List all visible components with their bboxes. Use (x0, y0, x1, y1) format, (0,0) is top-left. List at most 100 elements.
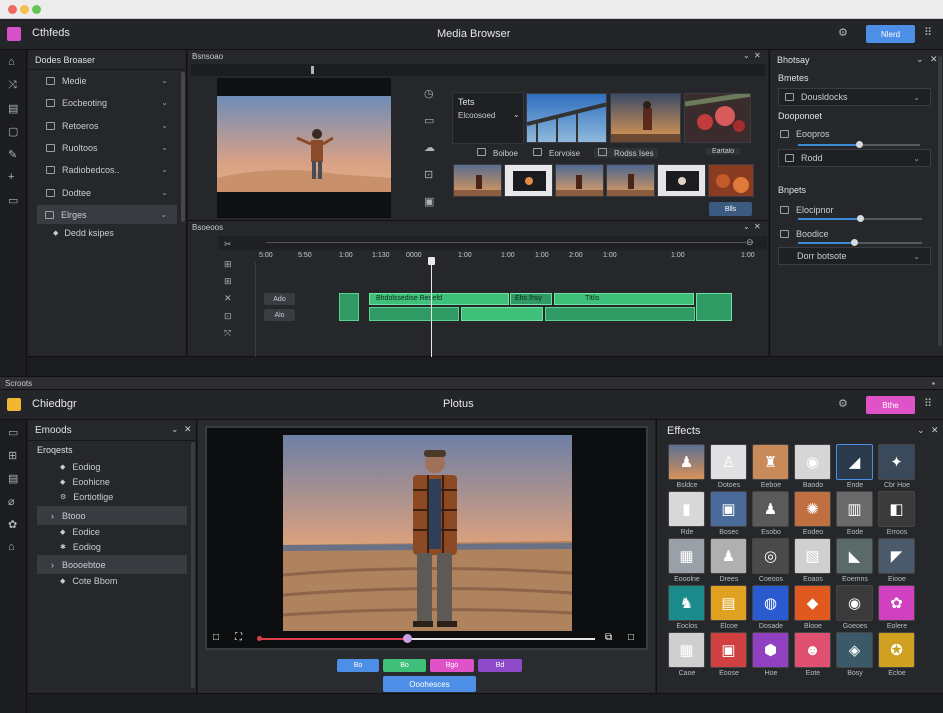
effect-tile[interactable]: ▧ (794, 538, 831, 574)
collapse-icon[interactable]: ⌄ (171, 424, 179, 435)
browser-thumb[interactable] (555, 164, 604, 197)
effect-tile[interactable]: ♞ (668, 585, 705, 621)
effects-root[interactable]: Eroqests (37, 445, 73, 455)
collapse-icon[interactable]: ⌄ (743, 222, 750, 231)
sidebar-item[interactable]: Retoeros ⌄ (46, 116, 178, 135)
effect-tile[interactable]: ◉ (794, 444, 831, 480)
timeline-clip[interactable] (339, 293, 359, 321)
ruler-marker[interactable] (311, 66, 314, 74)
frame-icon[interactable]: ▢ (8, 125, 18, 138)
close-panel-icon[interactable]: ✕ (754, 51, 761, 60)
browser-tab[interactable]: Rodss Ises (594, 148, 658, 158)
clock-icon[interactable]: ◷ (424, 87, 434, 100)
player-button[interactable]: Bd (478, 659, 522, 672)
sidebar-item[interactable]: Medie ⌄ (46, 71, 178, 90)
monitor-icon[interactable]: ▭ (8, 194, 18, 207)
tag-icon[interactable]: ⌀ (8, 495, 15, 508)
browser-action-button[interactable]: Blls (709, 202, 752, 216)
sidebar-item-selected[interactable]: Elrges ⌄ (37, 205, 177, 224)
inspector-scrollbar[interactable] (938, 56, 942, 346)
inspector-dropdown[interactable]: Dousldocks ⌄ (778, 88, 931, 106)
crop-icon[interactable]: ⊡ (424, 168, 433, 181)
lock-icon[interactable]: ⊖ (746, 237, 754, 248)
player-frame[interactable]: □ ⛶ ⧉ □ (205, 426, 648, 650)
close-window-icon[interactable] (8, 5, 17, 14)
effect-tile[interactable]: ◤ (878, 538, 915, 574)
effect-tile[interactable]: ♙ (710, 444, 747, 480)
effect-tile[interactable]: ◆ (794, 585, 831, 621)
layers-icon[interactable]: ▤ (8, 102, 18, 115)
folder-icon[interactable]: ⌂ (8, 541, 15, 553)
timeline-clip[interactable] (696, 293, 732, 321)
grid-menu-icon[interactable]: ⠿ (924, 26, 932, 39)
grid-icon[interactable]: ⊞ (8, 449, 17, 462)
effect-tile[interactable]: ◉ (836, 585, 873, 621)
effect-tile[interactable]: ♜ (752, 444, 789, 480)
collapse-icon[interactable]: ⌄ (917, 425, 925, 436)
bottom-action-button[interactable]: Bthe (866, 396, 915, 414)
player-progress-knob[interactable] (402, 634, 412, 643)
pane-divider[interactable]: Scroots ▪ (0, 376, 943, 390)
player-button[interactable]: Bo (383, 659, 426, 672)
sidebar-item[interactable]: Ruoltoos ⌄ (46, 138, 178, 157)
browser-tab[interactable]: Eorvoise (533, 148, 580, 158)
player-button[interactable]: Bo (337, 659, 379, 672)
collapse-icon[interactable]: ⌄ (916, 54, 924, 65)
browser-tab[interactable]: Boiboe (477, 148, 518, 158)
settings-icon[interactable]: ⚙ (838, 397, 848, 410)
list-icon[interactable]: ▭ (424, 114, 434, 127)
cloud-icon[interactable]: ☁ (424, 141, 435, 154)
browser-thumb[interactable] (610, 93, 681, 143)
image-icon[interactable]: ▣ (424, 195, 434, 208)
close-panel-icon[interactable]: ✕ (931, 425, 939, 436)
effect-tile[interactable]: ◣ (836, 538, 873, 574)
lock-icon[interactable]: ▪ (932, 379, 935, 388)
effects-list-scrollbar[interactable] (191, 442, 195, 688)
effect-tile[interactable]: ♟ (710, 538, 747, 574)
video-preview[interactable] (217, 78, 391, 218)
sidebar-subitem[interactable]: ◆ Dedd ksipes (53, 223, 173, 242)
effect-tile[interactable]: ▣ (710, 491, 747, 527)
select-icon[interactable]: ⊞ (224, 259, 232, 270)
timeline-clip[interactable] (369, 307, 459, 321)
timeline-ruler[interactable]: 5:00 5:50 1:00 1:130 0000 1:00 1:00 1:00… (255, 252, 765, 262)
collapse-icon[interactable]: ⌄ (743, 51, 750, 60)
timeline-clip[interactable]: Bhdolssedise Reoefd (369, 293, 509, 305)
effect-tile[interactable]: ✿ (878, 585, 915, 621)
expand-icon[interactable]: □ (628, 632, 634, 643)
home-icon[interactable]: ⌂ (8, 56, 15, 68)
effect-tile[interactable]: ✦ (878, 444, 915, 480)
timeline-clip[interactable]: Tltlis (554, 293, 694, 305)
effect-tile[interactable]: ▤ (710, 585, 747, 621)
browser-thumb[interactable] (453, 164, 502, 197)
grid-menu-icon[interactable]: ⠿ (924, 397, 932, 410)
timeline-clip[interactable]: Ehs Ihsy (510, 293, 552, 305)
player-progress-track[interactable] (257, 634, 595, 643)
effect-tile[interactable]: ◎ (752, 538, 789, 574)
razor-icon[interactable]: ✂ (224, 239, 232, 250)
sidebar-scrollbar[interactable] (181, 72, 185, 222)
inspector-dropdown[interactable]: Dorr botsote ⌄ (778, 247, 931, 265)
effect-tile[interactable]: ▣ (710, 632, 747, 668)
browser-thumb[interactable] (504, 164, 553, 197)
effect-tile[interactable]: ◈ (836, 632, 873, 668)
close-panel-icon[interactable]: ✕ (754, 222, 761, 231)
effect-tile[interactable]: ▥ (836, 491, 873, 527)
effect-tile[interactable]: ☻ (794, 632, 831, 668)
inspector-slider[interactable] (798, 215, 922, 222)
playhead[interactable] (431, 258, 432, 357)
effects-item[interactable]: ◆ Cote Bbom (60, 571, 117, 590)
fullscreen-icon[interactable]: □ (213, 632, 219, 643)
top-action-button[interactable]: Nlerd (866, 25, 915, 43)
player-wide-button[interactable]: Ooohesces (383, 676, 476, 692)
settings-icon[interactable]: ⚙ (838, 26, 848, 39)
effect-tile[interactable]: ◢ (836, 444, 873, 480)
effect-tile[interactable]: ◧ (878, 491, 915, 527)
close-panel-icon[interactable]: ✕ (184, 424, 192, 435)
inspector-slider[interactable] (798, 141, 920, 148)
track-label[interactable]: Ado (264, 293, 295, 305)
effect-tile[interactable]: ▦ (668, 538, 705, 574)
effect-tile[interactable]: ✪ (878, 632, 915, 668)
zoom-icon[interactable]: ⤧ (224, 328, 231, 339)
effects-item[interactable]: ✱ Eodiog (60, 537, 101, 556)
